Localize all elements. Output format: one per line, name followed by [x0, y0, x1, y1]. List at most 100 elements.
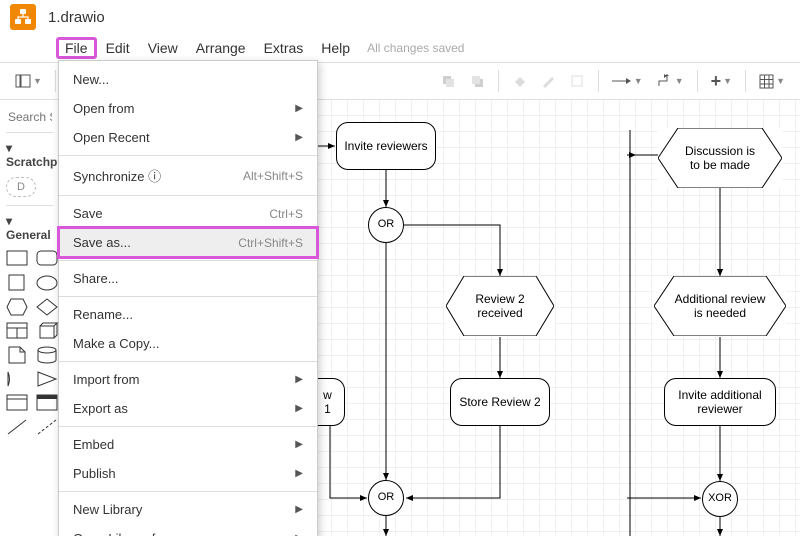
menu-item-shortcut: Ctrl+S: [269, 207, 303, 221]
shape-roundrect[interactable]: [36, 250, 58, 268]
menu-help[interactable]: Help: [312, 37, 359, 59]
menu-item-open-from[interactable]: Open from ▶: [59, 94, 317, 123]
submenu-arrow-icon: ▶: [295, 468, 303, 479]
fill-color-button[interactable]: [507, 71, 532, 92]
app-logo: [10, 4, 36, 30]
menu-item-label: Synchronize ⓘ: [73, 166, 161, 185]
scratchpad-section[interactable]: ▾ Scratchp: [6, 132, 53, 173]
node-or-2[interactable]: OR: [368, 480, 404, 516]
menu-separator: [59, 491, 317, 492]
menu-item-label: New...: [73, 72, 109, 87]
search-input[interactable]: [6, 106, 54, 128]
menu-separator: [59, 260, 317, 261]
shape-table1[interactable]: [6, 322, 28, 340]
submenu-arrow-icon: ▶: [295, 504, 303, 515]
submenu-arrow-icon: ▶: [295, 132, 303, 143]
menu-item-label: Import from: [73, 372, 139, 387]
menu-item-new-library[interactable]: New Library ▶: [59, 495, 317, 524]
shape-cylinder[interactable]: [36, 346, 58, 364]
submenu-arrow-icon: ▶: [295, 103, 303, 114]
shape-titled[interactable]: [6, 394, 28, 412]
menu-extras[interactable]: Extras: [255, 37, 313, 59]
menu-item-embed[interactable]: Embed ▶: [59, 430, 317, 459]
node-invite-additional[interactable]: Invite additional reviewer: [664, 378, 776, 426]
menu-separator: [59, 195, 317, 196]
node-xor[interactable]: XOR: [702, 481, 738, 517]
shape-cube[interactable]: [36, 322, 58, 340]
menu-item-rename[interactable]: Rename...: [59, 300, 317, 329]
menu-item-label: Embed: [73, 437, 114, 452]
menu-item-new[interactable]: New...: [59, 65, 317, 94]
insert-button[interactable]: +▼: [706, 68, 737, 95]
menu-item-label: Open from: [73, 101, 134, 116]
shadow-button[interactable]: [565, 71, 590, 92]
menu-edit[interactable]: Edit: [97, 37, 139, 59]
node-invite-reviewers[interactable]: Invite reviewers: [336, 122, 436, 170]
general-label: General: [6, 228, 51, 242]
menu-item-label: Share...: [73, 271, 119, 286]
menu-item-share[interactable]: Share...: [59, 264, 317, 293]
view-mode-button[interactable]: ▼: [10, 70, 47, 92]
shape-diamond[interactable]: [36, 298, 58, 316]
menu-item-label: Save: [73, 206, 103, 221]
node-or-1[interactable]: OR: [368, 207, 404, 243]
shape-frame[interactable]: [36, 394, 58, 412]
shape-square[interactable]: [6, 274, 28, 292]
menu-bar: File Edit View Arrange Extras Help All c…: [0, 34, 800, 62]
menu-item-synchronize[interactable]: Synchronize ⓘ Alt+Shift+S: [59, 159, 317, 192]
document-title: 1.drawio: [48, 9, 105, 26]
menu-item-label: New Library: [73, 502, 142, 517]
drop-target[interactable]: D: [6, 177, 36, 197]
shape-ellipse[interactable]: [36, 274, 58, 292]
shape-line[interactable]: [6, 418, 28, 436]
menu-item-label: Make a Copy...: [73, 336, 159, 351]
menu-item-save[interactable]: Save Ctrl+S: [59, 199, 317, 228]
menu-item-shortcut: Alt+Shift+S: [243, 169, 303, 183]
line-color-button[interactable]: [536, 71, 561, 92]
shape-dashline[interactable]: [36, 418, 58, 436]
scratchpad-label: Scratchp: [6, 155, 57, 169]
menu-separator: [59, 155, 317, 156]
shape-rect[interactable]: [6, 250, 28, 268]
menu-item-label: Open Library from: [73, 531, 178, 536]
title-bar: 1.drawio: [0, 0, 800, 34]
menu-separator: [59, 426, 317, 427]
to-back-button[interactable]: [465, 71, 490, 92]
menu-item-export-as[interactable]: Export as ▶: [59, 394, 317, 423]
menu-item-save-as[interactable]: Save as... Ctrl+Shift+S: [59, 228, 317, 257]
menu-arrange[interactable]: Arrange: [187, 37, 255, 59]
file-menu-dropdown: New...Open from▶Open Recent▶Synchronize …: [58, 60, 318, 536]
menu-item-label: Save as...: [73, 235, 131, 250]
node-additional-review[interactable]: Additional review is needed: [654, 276, 786, 336]
shape-triangle[interactable]: [36, 370, 58, 388]
general-section[interactable]: ▾ General: [6, 205, 53, 246]
shape-hexagon[interactable]: [6, 298, 28, 316]
to-front-button[interactable]: [436, 71, 461, 92]
waypoints-button[interactable]: ▼: [652, 71, 689, 91]
menu-item-label: Export as: [73, 401, 128, 416]
menu-item-open-library-from[interactable]: Open Library from▶: [59, 524, 317, 536]
shape-page[interactable]: [6, 346, 28, 364]
node-discussion[interactable]: Discussion is to be made: [658, 128, 782, 188]
left-panel: ▾ Scratchp D ▾ General: [0, 100, 60, 536]
menu-item-publish[interactable]: Publish▶: [59, 459, 317, 488]
save-status: All changes saved: [367, 41, 464, 55]
menu-view[interactable]: View: [139, 37, 187, 59]
shape-halfcircle[interactable]: [6, 370, 28, 388]
shapes-palette: [6, 250, 53, 436]
menu-separator: [59, 296, 317, 297]
node-review2-received[interactable]: Review 2 received: [446, 276, 554, 336]
submenu-arrow-icon: ▶: [295, 374, 303, 385]
table-button[interactable]: ▼: [754, 71, 790, 92]
menu-file[interactable]: File: [56, 37, 97, 59]
submenu-arrow-icon: ▶: [295, 439, 303, 450]
menu-item-open-recent[interactable]: Open Recent▶: [59, 123, 317, 152]
menu-item-import-from[interactable]: Import from ▶: [59, 365, 317, 394]
node-w1[interactable]: w 1: [315, 378, 345, 426]
connection-button[interactable]: ▼: [607, 72, 648, 90]
menu-item-label: Rename...: [73, 307, 133, 322]
menu-item-make-a-copy[interactable]: Make a Copy...: [59, 329, 317, 358]
submenu-arrow-icon: ▶: [295, 403, 303, 414]
menu-item-shortcut: Ctrl+Shift+S: [238, 236, 303, 250]
node-store-review-2[interactable]: Store Review 2: [450, 378, 550, 426]
